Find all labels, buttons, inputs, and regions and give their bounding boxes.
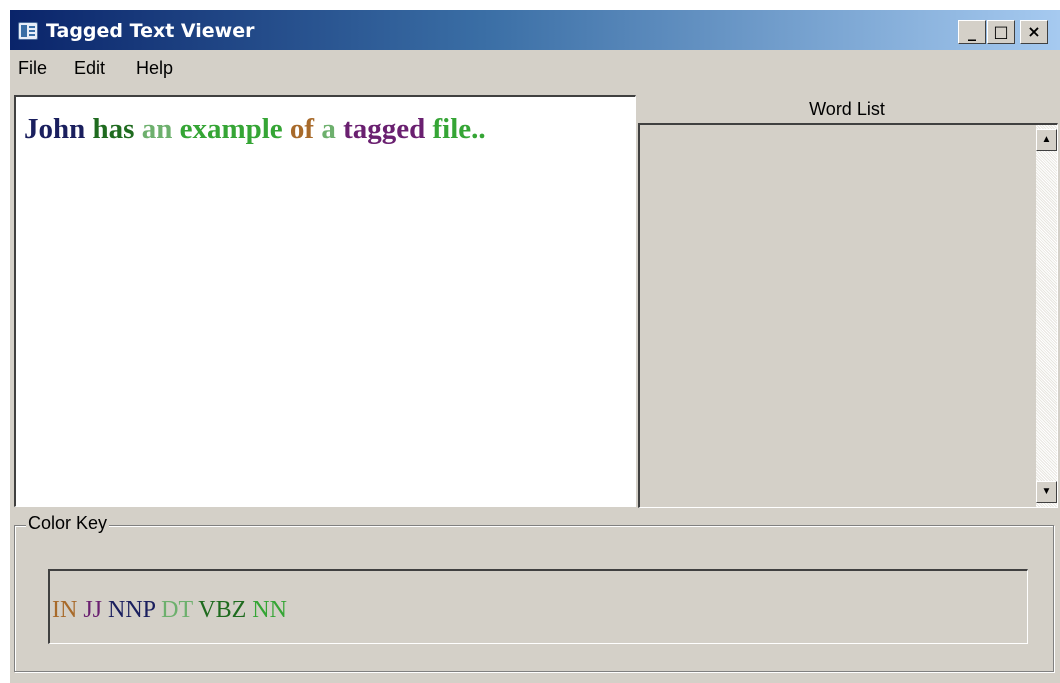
tag-key: NN [252,597,287,623]
tagged-word[interactable]: a [321,113,336,145]
tagged-sentence: John has an example of a tagged file.. [24,113,486,146]
tag-key: VBZ [198,597,247,623]
close-button[interactable]: × [1020,20,1048,44]
word-list-box[interactable]: ▲ ▼ [638,123,1058,508]
menu-file[interactable]: File [18,58,47,79]
app-icon[interactable] [18,22,38,40]
menu-bar: File Edit Help [10,54,1060,82]
menu-help[interactable]: Help [136,58,173,79]
tagged-text-pane[interactable]: John has an example of a tagged file.. [14,95,636,507]
title-bar[interactable]: Tagged Text Viewer _ □ × [10,10,1060,50]
tagged-word[interactable]: of [290,113,314,145]
tagged-word[interactable]: file.. [433,113,486,145]
tag-key: DT [161,597,193,623]
maximize-button[interactable]: □ [987,20,1015,44]
tag-key: IN [52,597,78,623]
tagged-word[interactable]: an [142,113,173,145]
tag-key: NNP [108,597,156,623]
menu-edit[interactable]: Edit [74,58,105,79]
color-key-title: Color Key [26,513,110,534]
word-list-scrollbar[interactable]: ▲ ▼ [1036,125,1057,507]
tagged-word[interactable]: John [24,113,85,145]
window-title: Tagged Text Viewer [46,20,255,42]
word-list-header: Word List [638,96,1056,122]
tagged-word[interactable]: has [93,113,135,145]
color-key-tags: IN JJ NNP DT VBZ NN [52,597,287,624]
scroll-down-button[interactable]: ▼ [1036,481,1057,503]
tagged-word[interactable]: example [180,113,283,145]
app-window: Tagged Text Viewer _ □ × File Edit Help … [10,10,1060,683]
scroll-up-button[interactable]: ▲ [1036,129,1057,151]
tag-key: JJ [83,597,103,623]
tagged-word[interactable]: tagged [343,113,425,145]
color-key-box[interactable]: IN JJ NNP DT VBZ NN [48,569,1028,644]
minimize-button[interactable]: _ [958,20,986,44]
